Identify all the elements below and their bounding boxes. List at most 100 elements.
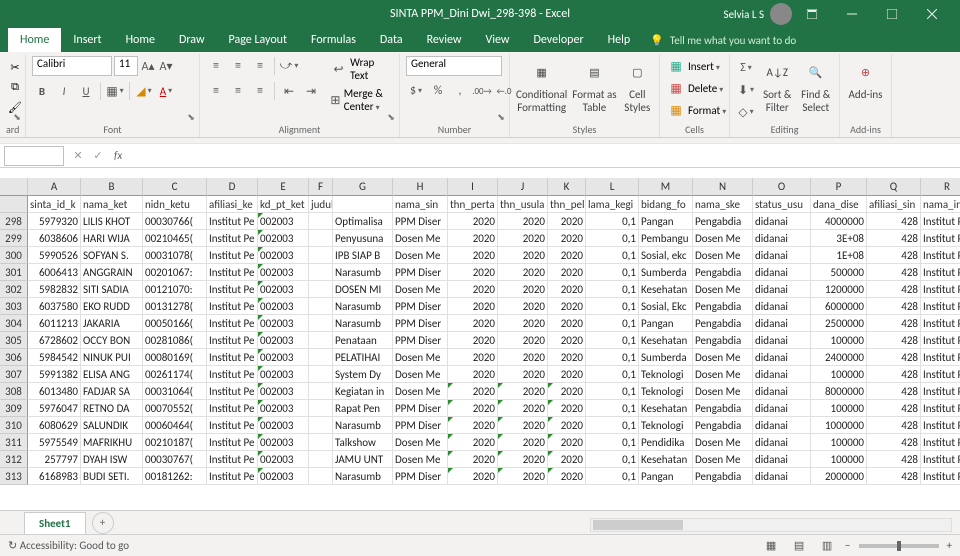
table-cell[interactable]: 2020 xyxy=(548,332,586,349)
table-cell[interactable]: 00030767( xyxy=(143,451,207,468)
table-cell[interactable]: 0,1 xyxy=(586,315,639,332)
table-cell[interactable]: Sumberda xyxy=(639,349,693,366)
table-cell[interactable]: OCCY BON xyxy=(81,332,143,349)
table-cell[interactable]: 2020 xyxy=(498,349,548,366)
format-as-table-button[interactable]: ▤Format as Table xyxy=(571,56,617,116)
table-cell[interactable]: Pengabdia xyxy=(693,315,753,332)
row-header[interactable] xyxy=(0,196,28,213)
column-header[interactable]: Q xyxy=(867,178,921,196)
table-cell[interactable]: 6006413 xyxy=(28,264,81,281)
table-cell[interactable]: 2020 xyxy=(498,213,548,230)
table-cell[interactable]: 428 xyxy=(867,264,921,281)
table-cell[interactable] xyxy=(309,298,333,315)
table-cell[interactable]: 428 xyxy=(867,451,921,468)
align-bottom-icon[interactable]: ≡ xyxy=(250,56,270,76)
table-cell[interactable] xyxy=(309,434,333,451)
table-cell[interactable]: 100000 xyxy=(811,366,867,383)
table-cell[interactable]: 257797 xyxy=(28,451,81,468)
table-header-cell[interactable]: thn_usula xyxy=(498,196,548,213)
table-cell[interactable]: EKO RUDD xyxy=(81,298,143,315)
table-cell[interactable]: Dosen Me xyxy=(693,366,753,383)
table-header-cell[interactable]: thn_perta xyxy=(448,196,498,213)
table-cell[interactable]: 428 xyxy=(867,230,921,247)
table-cell[interactable]: 428 xyxy=(867,281,921,298)
table-header-cell[interactable]: sinta_id_k xyxy=(28,196,81,213)
table-cell[interactable]: Institut Pe xyxy=(207,264,258,281)
table-cell[interactable]: 002003 xyxy=(258,281,309,298)
table-cell[interactable]: 2020 xyxy=(498,400,548,417)
row-header[interactable]: 302 xyxy=(0,281,28,298)
table-cell[interactable]: Institut Pe xyxy=(207,213,258,230)
table-cell[interactable]: Dosen Me xyxy=(393,247,448,264)
table-cell[interactable]: 2020 xyxy=(448,281,498,298)
table-cell[interactable]: 2020 xyxy=(498,281,548,298)
table-cell[interactable]: 2020 xyxy=(448,451,498,468)
increase-font-icon[interactable]: A▴ xyxy=(140,56,156,76)
user-avatar[interactable] xyxy=(770,3,792,25)
table-cell[interactable]: 002003 xyxy=(258,417,309,434)
row-header[interactable]: 306 xyxy=(0,349,28,366)
table-cell[interactable]: didanai xyxy=(753,264,811,281)
table-cell[interactable]: Institut Pe xyxy=(921,468,960,485)
table-cell[interactable] xyxy=(309,349,333,366)
table-cell[interactable]: Kesehatan xyxy=(639,400,693,417)
table-cell[interactable]: 5979320 xyxy=(28,213,81,230)
table-header-cell[interactable]: dana_dise xyxy=(811,196,867,213)
table-cell[interactable]: Pengabdia xyxy=(693,213,753,230)
table-cell[interactable]: 002003 xyxy=(258,264,309,281)
table-cell[interactable] xyxy=(309,332,333,349)
table-cell[interactable]: 2020 xyxy=(498,298,548,315)
table-cell[interactable]: Institut Pe xyxy=(921,451,960,468)
table-cell[interactable]: Dosen Me xyxy=(393,383,448,400)
fill-color-button[interactable]: ◢ xyxy=(134,81,154,101)
table-cell[interactable]: ANGGRAIN xyxy=(81,264,143,281)
table-cell[interactable]: Institut Pe xyxy=(921,417,960,434)
maximize-button[interactable] xyxy=(872,0,912,28)
horizontal-scrollbar[interactable] xyxy=(590,518,952,532)
table-cell[interactable]: 6013480 xyxy=(28,383,81,400)
format-cells-button[interactable]: Format xyxy=(688,104,726,117)
table-cell[interactable]: PPM Diser xyxy=(393,298,448,315)
table-cell[interactable]: 3E+08 xyxy=(811,230,867,247)
table-cell[interactable]: Institut Pe xyxy=(921,247,960,264)
increase-indent-icon[interactable]: ⇥ xyxy=(301,81,321,101)
table-cell[interactable]: PELATIHAI xyxy=(333,349,393,366)
table-header-cell[interactable]: nama_inst xyxy=(921,196,960,213)
table-cell[interactable]: IPB SIAP B xyxy=(333,247,393,264)
table-cell[interactable]: 428 xyxy=(867,315,921,332)
table-cell[interactable]: Dosen Me xyxy=(693,434,753,451)
table-cell[interactable]: 2020 xyxy=(448,434,498,451)
table-cell[interactable]: 002003 xyxy=(258,315,309,332)
table-cell[interactable]: 2020 xyxy=(498,417,548,434)
table-cell[interactable]: 2020 xyxy=(448,264,498,281)
table-cell[interactable]: Pengabdia xyxy=(693,400,753,417)
table-cell[interactable]: 2020 xyxy=(448,213,498,230)
table-cell[interactable]: 0,1 xyxy=(586,230,639,247)
dialog-launch-number[interactable]: ⬊ xyxy=(495,111,507,123)
table-cell[interactable]: 2020 xyxy=(448,315,498,332)
column-header[interactable]: E xyxy=(258,178,309,196)
table-cell[interactable]: 1E+08 xyxy=(811,247,867,264)
table-cell[interactable]: 2020 xyxy=(548,213,586,230)
table-cell[interactable]: 0,1 xyxy=(586,332,639,349)
table-header-cell[interactable]: nama_ske xyxy=(693,196,753,213)
row-header[interactable]: 299 xyxy=(0,230,28,247)
table-cell[interactable]: Pangan xyxy=(639,315,693,332)
table-cell[interactable]: didanai xyxy=(753,468,811,485)
table-cell[interactable]: 428 xyxy=(867,417,921,434)
table-cell[interactable]: Institut Pe xyxy=(207,281,258,298)
column-header[interactable]: R xyxy=(921,178,960,196)
table-cell[interactable]: 428 xyxy=(867,366,921,383)
table-cell[interactable]: Pangan xyxy=(639,468,693,485)
table-cell[interactable] xyxy=(309,230,333,247)
minimize-button[interactable] xyxy=(832,0,872,28)
accounting-format-icon[interactable]: $ xyxy=(406,81,426,101)
table-cell[interactable] xyxy=(309,247,333,264)
table-cell[interactable] xyxy=(309,213,333,230)
table-header-cell[interactable]: thn_pelak xyxy=(548,196,586,213)
name-box[interactable] xyxy=(4,146,64,166)
table-header-cell[interactable]: nidn_ketu xyxy=(143,196,207,213)
delete-cells-button[interactable]: Delete xyxy=(688,82,723,95)
autosum-icon[interactable]: Σ xyxy=(736,58,756,78)
table-cell[interactable]: Kegiatan in xyxy=(333,383,393,400)
